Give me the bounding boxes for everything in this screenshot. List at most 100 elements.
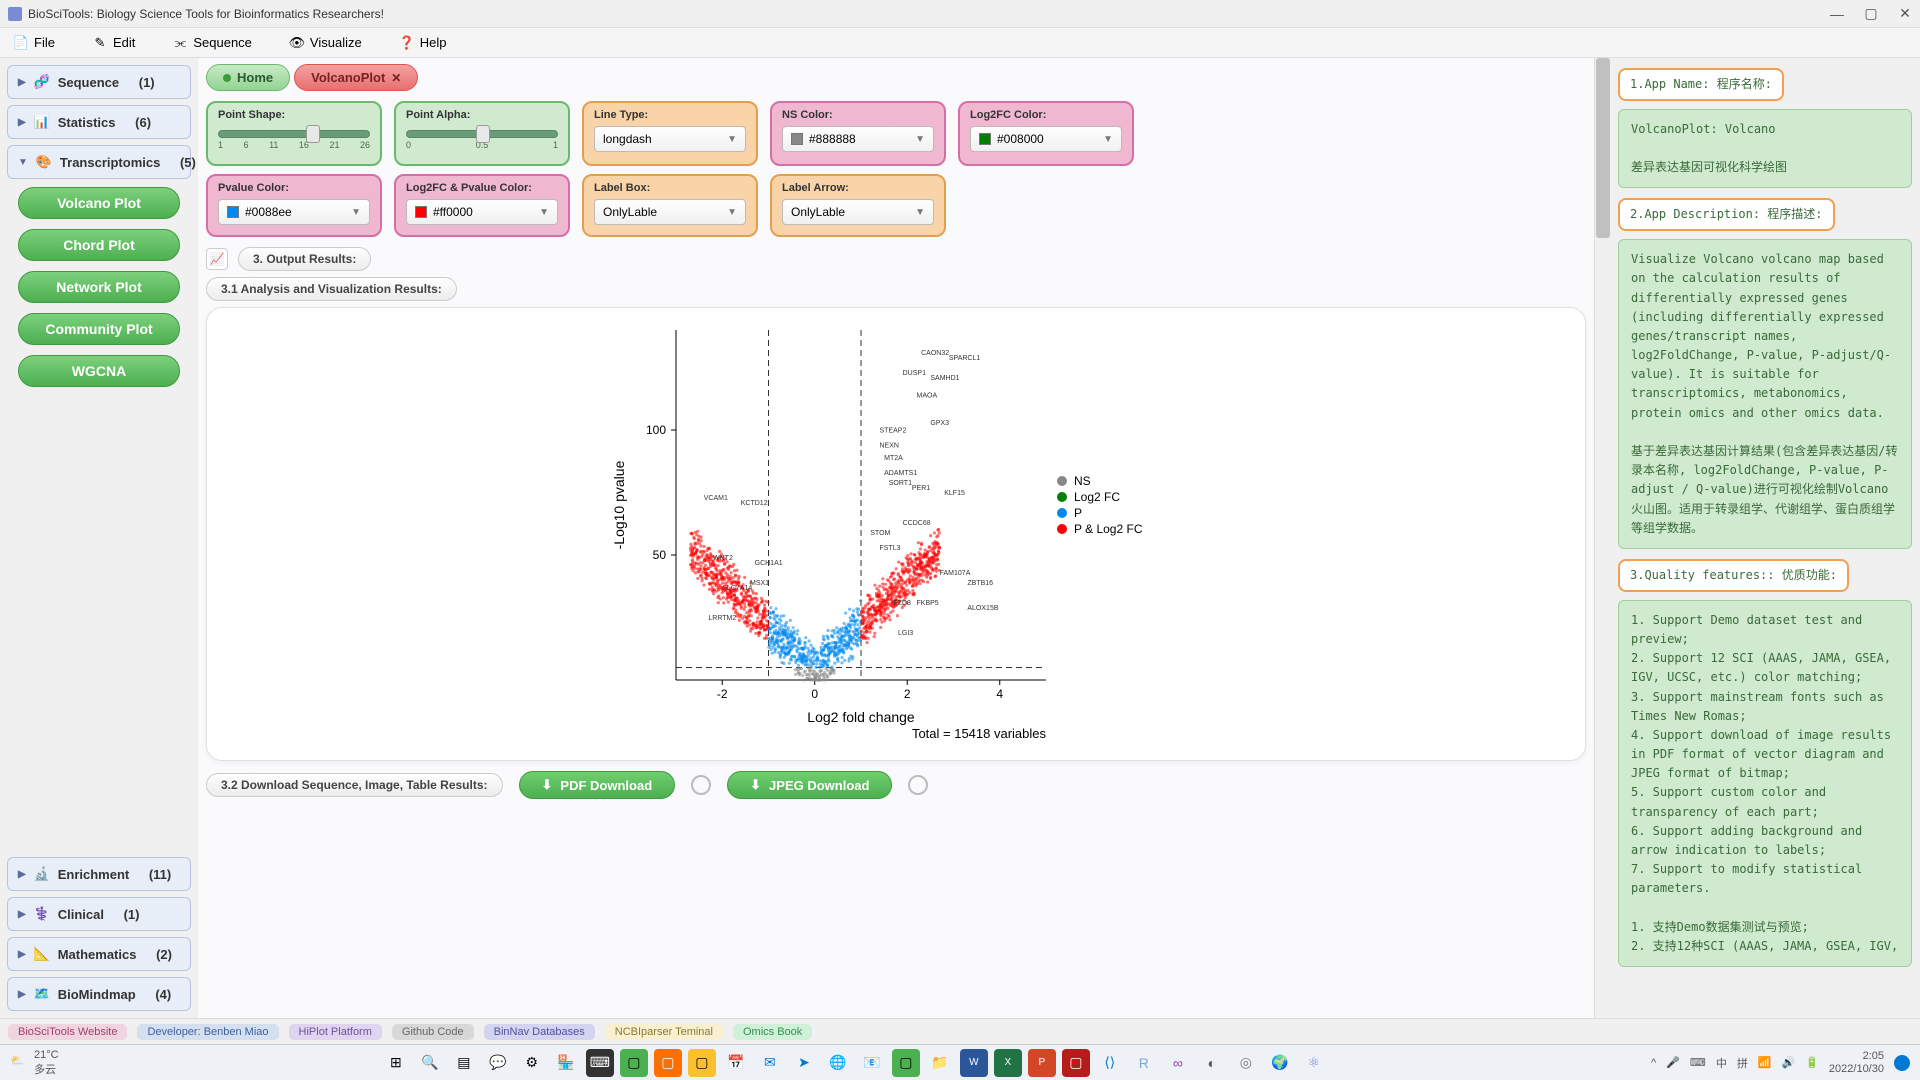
menu-file[interactable]: 📄 File [14,35,55,50]
volcano-plot: -202450100CAON32SPARCL1DUSP1SAMHD1MAOAGP… [606,320,1186,740]
tab-home[interactable]: Home [206,64,290,91]
label-box-dropdown[interactable]: OnlyLable▼ [594,199,746,225]
file-icon: 📄 [14,36,28,50]
link-ncbiparser[interactable]: NCBIparser Teminal [605,1024,723,1040]
app-globe-icon[interactable]: 🌍 [1266,1049,1294,1077]
jpeg-icon: ⬇ [750,777,761,793]
app-eclipse-icon[interactable]: ◐ [1198,1049,1226,1077]
label-arrow-dropdown[interactable]: OnlyLable▼ [782,199,934,225]
tool-chord-plot[interactable]: Chord Plot [18,229,180,261]
app-files-icon[interactable]: 📁 [926,1049,954,1077]
menu-file-label: File [34,35,55,50]
app-word-icon[interactable]: W [960,1049,988,1077]
tab-volcanoplot[interactable]: VolcanoPlot✕ [294,64,418,91]
app-red-icon[interactable]: ▢ [1062,1049,1090,1077]
app-settings-icon[interactable]: ⚙ [518,1049,546,1077]
menu-sequence[interactable]: ⫘Sequence [173,35,252,50]
app-biosci-icon[interactable]: ⚛ [1300,1049,1328,1077]
jpeg-download-button[interactable]: ⬇JPEG Download [727,771,892,799]
color-swatch [979,133,991,145]
menu-edit[interactable]: ✎Edit [93,35,135,50]
app-store-icon[interactable]: 🏪 [552,1049,580,1077]
start-button[interactable]: ⊞ [382,1049,410,1077]
info-heading-description: 2.App Description: 程序描述: [1618,198,1835,231]
both-color-dropdown[interactable]: #ff0000▼ [406,199,558,225]
svg-text:FZD8: FZD8 [893,600,911,607]
maximize-button[interactable]: ▢ [1864,7,1878,21]
app-browser2-icon[interactable]: ◎ [1232,1049,1260,1077]
menu-help[interactable]: ❓Help [400,35,447,50]
point-shape-slider[interactable] [218,130,370,138]
tray-ime2-icon[interactable]: 拼 [1737,1055,1748,1071]
info-block-description: Visualize Volcano volcano map based on t… [1618,239,1912,549]
app-excel-icon[interactable]: X [994,1049,1022,1077]
app-yellow-icon[interactable]: ▢ [688,1049,716,1077]
control-both-color: Log2FC & Pvalue Color: #ff0000▼ [394,174,570,237]
ns-color-dropdown[interactable]: #888888▼ [782,126,934,152]
app-green1-icon[interactable]: ▢ [620,1049,648,1077]
link-hiplot[interactable]: HiPlot Platform [289,1024,382,1040]
tool-network-plot[interactable]: Network Plot [18,271,180,303]
svg-text:SAMHD1: SAMHD1 [930,375,959,382]
tray-wifi-icon[interactable]: 📶 [1758,1056,1772,1069]
svg-text:ADAMTS1: ADAMTS1 [884,470,917,477]
tray-battery-icon[interactable]: 🔋 [1805,1056,1819,1069]
sequence-icon: ⫘ [173,36,187,50]
info-panel: 1.App Name: 程序名称: VolcanoPlot: Volcano 差… [1610,58,1920,1018]
svg-text:2: 2 [904,687,911,701]
app-automate-icon[interactable]: ➤ [790,1049,818,1077]
taskview-button[interactable]: ▤ [450,1049,478,1077]
app-vscode-icon[interactable]: ⟨⟩ [1096,1049,1124,1077]
tool-volcano-plot[interactable]: Volcano Plot [18,187,180,219]
line-type-dropdown[interactable]: longdash▼ [594,126,746,152]
link-website[interactable]: BioSciTools Website [8,1024,127,1040]
sidebar-panel-clinical[interactable]: ▶ ⚕️ Clinical (1) [7,897,191,931]
link-developer[interactable]: Developer: Benben Miao [137,1024,278,1040]
sidebar-panel-transcriptomics[interactable]: ▼ 🎨 Transcriptomics (5) [7,145,191,179]
close-button[interactable]: ✕ [1898,7,1912,21]
link-github[interactable]: Github Code [392,1024,474,1040]
pdf-download-button[interactable]: ⬇PDF Download [519,771,676,799]
sidebar-panel-biomindmap[interactable]: ▶ 🗺️ BioMindmap (4) [7,977,191,1011]
tool-wgcna[interactable]: WGCNA [18,355,180,387]
app-powerpoint-icon[interactable]: P [1028,1049,1056,1077]
app-vs-icon[interactable]: ∞ [1164,1049,1192,1077]
link-binnav[interactable]: BinNav Databases [484,1024,595,1040]
log2fc-color-dropdown[interactable]: #008000▼ [970,126,1122,152]
tray-volume-icon[interactable]: 🔊 [1782,1056,1796,1069]
sidebar-panel-mathematics[interactable]: ▶ 📐 Mathematics (2) [7,937,191,971]
menu-visualize[interactable]: 👁Visualize [290,35,362,50]
app-mail1-icon[interactable]: ✉ [756,1049,784,1077]
app-edge-icon[interactable]: 🌐 [824,1049,852,1077]
pvalue-color-dropdown[interactable]: #0088ee▼ [218,199,370,225]
tray-keyboard-icon[interactable]: ⌨ [1690,1056,1706,1069]
link-omicsbook[interactable]: Omics Book [733,1024,812,1040]
close-icon[interactable]: ✕ [391,71,401,85]
taskbar-clock[interactable]: 2:05 2022/10/30 [1829,1050,1884,1074]
tool-community-plot[interactable]: Community Plot [18,313,180,345]
tray-mic-icon[interactable]: 🎤 [1666,1056,1680,1069]
app-mail2-icon[interactable]: 📧 [858,1049,886,1077]
svg-text:Log2 FC: Log2 FC [1074,490,1120,504]
point-alpha-slider[interactable] [406,130,558,138]
tray-ime1-icon[interactable]: 中 [1716,1055,1727,1071]
minimize-button[interactable]: — [1830,7,1844,21]
app-orange-icon[interactable]: ▢ [654,1049,682,1077]
sidebar-panel-enrichment[interactable]: ▶ 🔬 Enrichment (11) [7,857,191,891]
tray-chevron-icon[interactable]: ^ [1651,1057,1656,1069]
taskbar: ⛅ 21°C 多云 ⊞ 🔍 ▤ 💬 ⚙ 🏪 ⌨ ▢ ▢ ▢ 📅 ✉ ➤ 🌐 📧 … [0,1044,1920,1080]
dropdown-value: #008000 [997,132,1044,146]
search-button[interactable]: 🔍 [416,1049,444,1077]
app-green2-icon[interactable]: ▢ [892,1049,920,1077]
pdf-progress-indicator [691,775,711,795]
svg-text:100: 100 [646,423,666,437]
content-scrollbar[interactable] [1594,58,1610,1018]
sidebar-panel-sequence[interactable]: ▶ 🧬 Sequence (1) [7,65,191,99]
app-calendar-icon[interactable]: 📅 [722,1049,750,1077]
app-terminal-icon[interactable]: ⌨ [586,1049,614,1077]
taskbar-weather[interactable]: ⛅ 21°C 多云 [10,1049,59,1077]
tray-notifications-icon[interactable] [1894,1055,1910,1071]
app-rstudio-icon[interactable]: R [1130,1049,1158,1077]
sidebar-panel-statistics[interactable]: ▶ 📊 Statistics (6) [7,105,191,139]
app-chat-icon[interactable]: 💬 [484,1049,512,1077]
